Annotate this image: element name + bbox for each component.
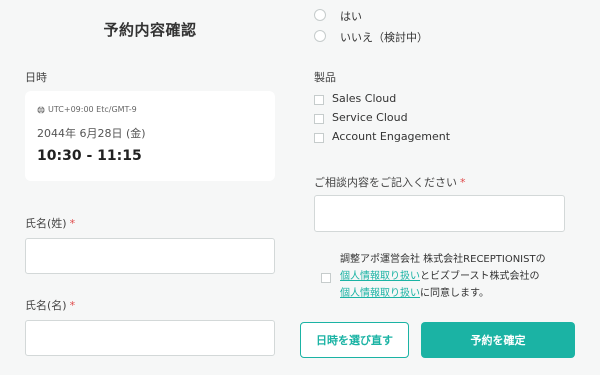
radio-yes[interactable] bbox=[314, 9, 326, 21]
privacy-link-receptionist[interactable]: 個人情報取り扱い bbox=[340, 271, 420, 282]
checkbox-account-engagement[interactable] bbox=[314, 133, 324, 143]
radio-considering[interactable] bbox=[314, 30, 326, 42]
last-name-input[interactable] bbox=[25, 238, 275, 274]
first-name-label: 氏名(名) * bbox=[25, 297, 75, 313]
timezone-text: UTC+09:00 Etc/GMT-9 bbox=[48, 105, 137, 114]
consultation-label: ご相談内容をご記入ください * bbox=[314, 174, 466, 190]
page-title: 予約内容確認 bbox=[103, 21, 197, 39]
checkbox-service-cloud[interactable] bbox=[314, 114, 324, 124]
consent-text: 調整アポ運営会社 株式会社RECEPTIONISTの 個人情報取り扱いとビズブー… bbox=[340, 251, 570, 302]
consent-line3: に同意します。 bbox=[420, 288, 489, 299]
first-name-label-text: 氏名(名) bbox=[25, 299, 67, 312]
required-mark: * bbox=[460, 176, 466, 189]
schedule-card: UTC+09:00 Etc/GMT-9 2044年 6月28日 (金) 10:3… bbox=[25, 91, 275, 181]
consultation-input[interactable] bbox=[314, 195, 565, 232]
last-name-label: 氏名(姓) * bbox=[25, 215, 75, 231]
privacy-link-bizboost[interactable]: 個人情報取り扱い bbox=[340, 288, 420, 299]
confirm-booking-button[interactable]: 予約を確定 bbox=[421, 322, 575, 358]
consent-line1: 調整アポ運営会社 株式会社RECEPTIONISTの bbox=[340, 254, 546, 265]
reselect-datetime-button[interactable]: 日時を選び直す bbox=[300, 322, 409, 358]
required-mark: * bbox=[69, 299, 76, 312]
checkbox-service-cloud-label: Service Cloud bbox=[332, 111, 408, 124]
radio-yes-label: はい bbox=[340, 10, 362, 23]
consent-checkbox[interactable] bbox=[321, 273, 331, 283]
checkbox-sales-cloud[interactable] bbox=[314, 95, 324, 105]
schedule-date: 2044年 6月28日 (金) bbox=[37, 127, 146, 140]
consultation-label-text: ご相談内容をご記入ください bbox=[314, 176, 457, 189]
last-name-label-text: 氏名(姓) bbox=[25, 217, 67, 230]
timezone: UTC+09:00 Etc/GMT-9 bbox=[37, 105, 137, 114]
globe-icon bbox=[37, 105, 45, 114]
checkbox-account-engagement-label: Account Engagement bbox=[332, 130, 451, 143]
schedule-label: 日時 bbox=[25, 71, 47, 84]
checkbox-sales-cloud-label: Sales Cloud bbox=[332, 92, 397, 105]
schedule-time: 10:30 - 11:15 bbox=[37, 148, 142, 164]
products-label: 製品 bbox=[314, 71, 336, 84]
first-name-input[interactable] bbox=[25, 320, 275, 356]
radio-considering-label: いいえ（検討中） bbox=[340, 31, 428, 44]
consent-line2: とビズブースト株式会社の bbox=[420, 271, 540, 282]
required-mark: * bbox=[69, 217, 76, 230]
